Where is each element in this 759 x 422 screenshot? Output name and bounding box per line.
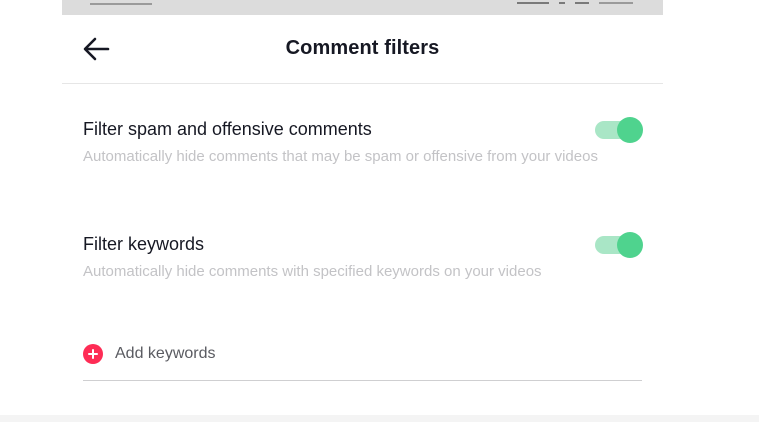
status-icons (517, 0, 633, 4)
keyword-filter-title: Filter keywords (83, 234, 205, 254)
battery-icon (599, 0, 633, 4)
keyword-filter-toggle[interactable] (595, 232, 643, 258)
plus-circle-icon (83, 344, 103, 364)
spam-filter-setting: Filter spam and offensive comments Autom… (83, 117, 643, 167)
signal-icon (559, 0, 565, 4)
keyword-filter-setting: Filter keywords Automatically hide comme… (83, 232, 643, 282)
add-keywords-label: Add keywords (115, 345, 216, 362)
spam-filter-description: Automatically hide comments that may be … (83, 148, 598, 165)
bottom-divider-band (0, 415, 759, 422)
status-time (90, 0, 152, 5)
comment-filters-screen: Comment filters Filter spam and offensiv… (62, 0, 663, 422)
add-keywords-button[interactable]: Add keywords (83, 340, 642, 381)
top-nav-bar: Comment filters (62, 15, 663, 84)
app-canvas: Comment filters Filter spam and offensiv… (0, 0, 759, 422)
toggle-knob (617, 117, 643, 143)
network-icon (517, 0, 549, 4)
toggle-knob (617, 232, 643, 258)
wifi-icon (575, 0, 589, 4)
spam-filter-toggle[interactable] (595, 117, 643, 143)
keyword-filter-description: Automatically hide comments with specifi… (83, 263, 542, 280)
status-bar (62, 0, 663, 15)
spam-filter-title: Filter spam and offensive comments (83, 119, 372, 139)
page-title: Comment filters (285, 37, 440, 59)
